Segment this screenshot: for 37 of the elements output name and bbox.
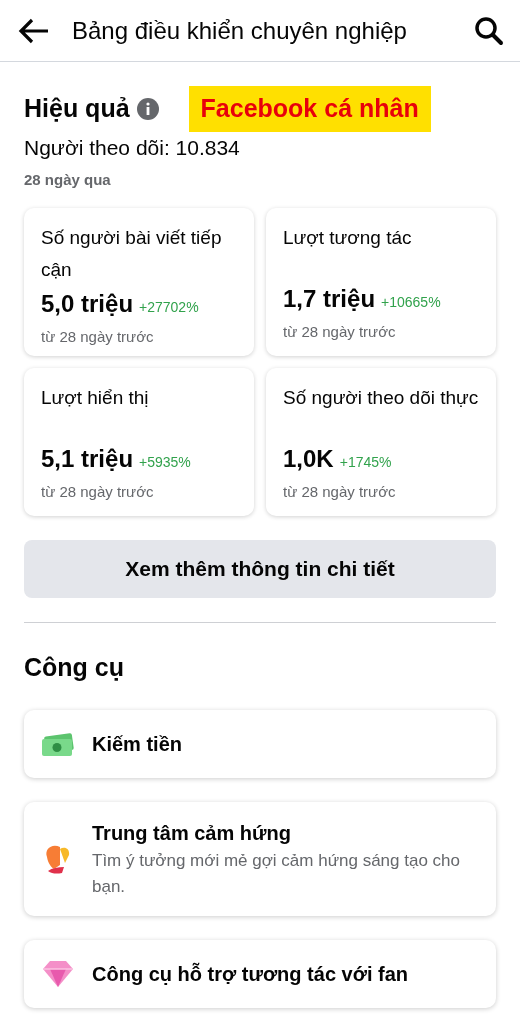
tool-description: Tìm ý tưởng mới mẻ gợi cảm hứng sáng tạo cho bạn. [92, 850, 461, 898]
change-percent: +27702% [139, 297, 199, 317]
follower-count: Người theo dõi: 10.834 [24, 134, 241, 161]
stat-label: Lượt hiển thị [41, 385, 150, 410]
period-label: 28 ngày qua [24, 170, 112, 190]
tool-card[interactable]: Kiếm tiền [24, 710, 496, 778]
tool-title: Kiếm tiền [92, 732, 183, 757]
change-percent: +1745% [339, 453, 392, 472]
change-percent: +5935% [139, 453, 191, 472]
tool-card[interactable]: Công cụ hỗ trợ tương tác với fan [24, 940, 496, 1008]
stat-label: Lượt tương tác [283, 225, 413, 250]
comparison-note: từ 28 ngày trước [283, 322, 397, 342]
stat-card[interactable]: Số người theo dõi thực 1,0K +1745% từ 28 ngày trước [266, 367, 496, 516]
details-button[interactable]: Xem thêm thông tin chi tiết [24, 539, 496, 598]
section-title: Hiệu quả [24, 93, 130, 124]
annotation-label: Facebook cá nhân [188, 86, 431, 132]
comparison-note: từ 28 ngày trước [41, 482, 155, 502]
stat-card[interactable]: Lượt tương tác 1,7 triệu +10665% từ 28 ngày trước [266, 207, 496, 356]
comparison-note: từ 28 ngày trước [41, 326, 155, 347]
search-icon[interactable] [474, 15, 504, 46]
tool-title: Công cụ hỗ trợ tương tác với fan [92, 961, 409, 987]
stat-label: Số người bài viết tiếp cận [41, 225, 223, 282]
stat-value: 1,0K [283, 444, 334, 474]
stat-label: Số người theo dõi thực [283, 385, 480, 410]
section-title: Công cụ [24, 651, 125, 683]
stat-card[interactable]: Số người bài viết tiếp cận 5,0 triệu +27702% từ 28 ngày trước [24, 207, 254, 356]
stat-value: 5,0 triệu [41, 288, 134, 319]
back-arrow-icon[interactable] [18, 17, 50, 44]
page-title: Bảng điều khiển chuyên nghiệp [72, 15, 408, 46]
stat-value: 5,1 triệu [41, 444, 134, 474]
stat-value: 1,7 triệu [283, 284, 376, 314]
change-percent: +10665% [381, 293, 441, 312]
info-icon[interactable] [136, 97, 159, 120]
tool-card[interactable]: Trung tâm cảm hứng Tìm ý tưởng mới mẻ gợi cảm hứng sáng tạo cho bạn. [24, 802, 496, 916]
comparison-note: từ 28 ngày trước [283, 482, 397, 502]
stat-card[interactable]: Lượt hiển thị 5,1 triệu +5935% từ 28 ngày trước [24, 367, 254, 516]
tool-title: Trung tâm cảm hứng [92, 821, 292, 846]
